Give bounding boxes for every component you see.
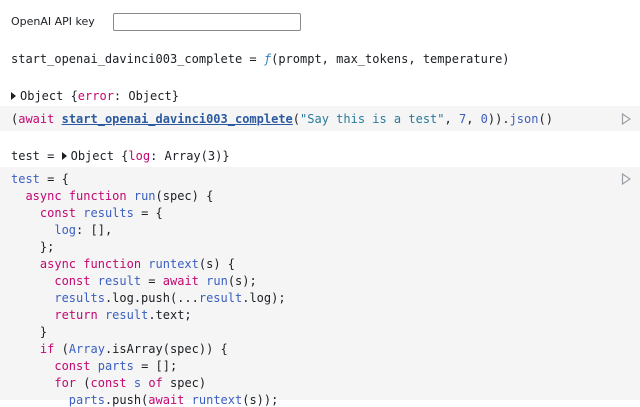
- object-key: error: [77, 89, 114, 103]
- run-cell-play-icon[interactable]: [621, 113, 631, 125]
- code-line-11: if (Array.isArray(spec)) {: [39, 342, 228, 356]
- code-line-2: async function run(spec) {: [25, 189, 214, 203]
- code-line-1: test = {: [11, 172, 69, 186]
- code-line-7: const result = await run(s);: [54, 274, 257, 288]
- code-line-4: log: [],: [54, 223, 113, 237]
- expand-caret-icon[interactable]: [61, 152, 67, 160]
- code-line-13: for (const s of spec): [54, 376, 207, 390]
- function-reference-link[interactable]: start_openai_davinci003_complete: [62, 112, 293, 126]
- code-line-12: const parts = [];: [54, 359, 178, 373]
- code-line-9: return result.text;: [54, 308, 192, 322]
- code-line-10: }: [39, 325, 48, 339]
- function-params: (prompt, max_tokens, temperature): [271, 52, 510, 66]
- function-output-line: start_openai_davinci003_complete = ƒ(pro…: [11, 52, 510, 66]
- run-cell-play-icon[interactable]: [621, 173, 631, 185]
- code-line-14: parts.push(await runtext(s));: [68, 393, 279, 407]
- function-name: start_openai_davinci003_complete: [11, 52, 243, 66]
- api-key-label: OpenAI API key: [11, 15, 95, 28]
- code-line-5: };: [39, 240, 55, 254]
- test-object-output[interactable]: test = Object {log: Array(3)}: [11, 149, 230, 163]
- code-line-8: results.log.push(...result.log);: [54, 291, 286, 305]
- code-line-6: async function runtext(s) {: [39, 257, 235, 271]
- code-line-3: const results = {: [39, 206, 163, 220]
- api-key-input[interactable]: [113, 13, 301, 31]
- expand-caret-icon[interactable]: [11, 92, 16, 100]
- error-object-output[interactable]: Object {error: Object}: [11, 89, 179, 103]
- await-code-line: (await start_openai_davinci003_complete(…: [11, 112, 553, 126]
